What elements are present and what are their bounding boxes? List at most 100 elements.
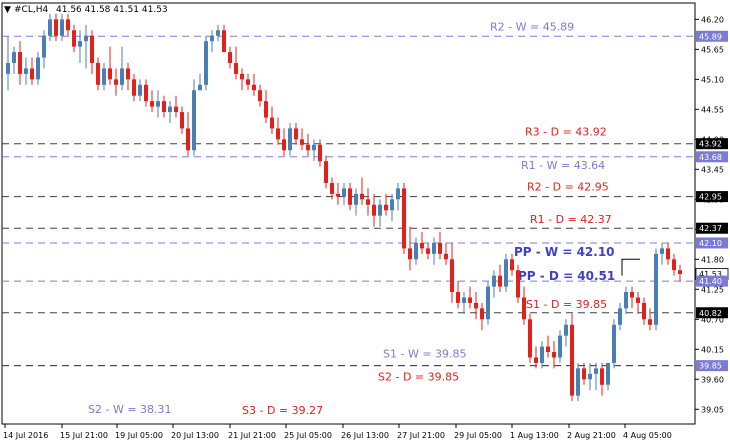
candle-body: [558, 335, 562, 358]
candle-body: [402, 188, 406, 249]
candle-body: [258, 90, 262, 102]
price-badge-label: 45.89: [699, 32, 722, 41]
candle-body: [282, 139, 286, 151]
candle-body: [318, 144, 322, 162]
x-tick-label: 19 Jul 05:00: [115, 431, 163, 440]
candle-body: [612, 324, 616, 363]
candle-body: [450, 259, 454, 293]
candle-body: [300, 139, 304, 145]
candle-body: [294, 128, 298, 140]
candle-body: [618, 308, 622, 325]
level-label: R1 - D = 42.37: [530, 213, 612, 226]
candle-body: [90, 35, 94, 63]
candle-body: [456, 292, 460, 303]
candle-body: [474, 302, 478, 309]
candle-body: [468, 297, 472, 303]
dropdown-triangle-icon[interactable]: ▼: [4, 5, 11, 15]
candle-body: [102, 68, 106, 85]
x-tick-label: 1 Aug 13:00: [510, 431, 559, 440]
level-label: R2 - D = 42.95: [527, 181, 609, 194]
candle-body: [264, 101, 268, 118]
candle-body: [204, 41, 208, 85]
y-tick-label: 45.10: [701, 75, 724, 84]
candle-body: [492, 275, 496, 287]
level-label: S2 - D = 39.85: [378, 371, 459, 384]
price-badge-label: 42.10: [699, 239, 722, 248]
candle-body: [306, 144, 310, 151]
candle-body: [48, 19, 52, 36]
candle-body: [168, 106, 172, 113]
candle-body: [24, 68, 28, 74]
candle-body: [78, 41, 82, 47]
price-badge-label: 39.85: [699, 362, 722, 371]
candle-body: [462, 297, 466, 303]
candle-body: [150, 101, 154, 107]
candle-body: [30, 68, 34, 80]
candle-body: [36, 57, 40, 80]
level-label: R1 - W = 43.64: [521, 159, 605, 172]
candle-body: [582, 368, 586, 380]
candle-body: [126, 68, 130, 80]
candle-body: [84, 35, 88, 42]
candle-body: [390, 199, 394, 211]
candle-body: [60, 19, 64, 36]
level-label: S3 - D = 39.27: [242, 404, 323, 417]
candle-body: [192, 90, 196, 151]
price-badge-label: 43.68: [699, 153, 722, 162]
level-label: S1 - W = 39.85: [383, 348, 467, 361]
x-tick-label: 2 Aug 21:00: [567, 431, 616, 440]
candle-body: [414, 242, 418, 260]
x-tick-label: 15 Jul 21:00: [60, 431, 108, 440]
y-tick-label: 43.45: [701, 165, 724, 174]
candle-body: [570, 324, 574, 396]
chart-header: ▼ #CL,H4 41.56 41.58 41.51 41.53: [4, 5, 168, 15]
candle-body: [186, 128, 190, 151]
candle-body: [444, 253, 448, 260]
candle-body: [594, 368, 598, 374]
level-label: PP - W = 42.10: [514, 245, 615, 259]
candle-body: [552, 352, 556, 358]
candle-body: [174, 106, 178, 113]
candle-body: [426, 248, 430, 254]
candle-body: [486, 286, 490, 320]
chart-window: R2 - W = 45.89 R3 - D = 43.92 R1 - W = 43.…: [0, 0, 730, 444]
candle-body: [576, 368, 580, 396]
candle-body: [228, 52, 232, 63]
candle-body: [654, 253, 658, 325]
candle-body: [336, 193, 340, 197]
candle-body: [18, 52, 22, 74]
candle-body: [252, 84, 256, 91]
candle-body: [288, 128, 292, 151]
candle-body: [534, 357, 538, 363]
level-label: R2 - W = 45.89: [490, 20, 574, 33]
price-badge-label: 41.40: [699, 277, 722, 286]
candle-body: [630, 292, 634, 298]
symbol-label: #CL,H4: [14, 5, 48, 15]
candle-body: [564, 324, 568, 336]
y-tick-label: 41.25: [701, 285, 724, 294]
candle-body: [396, 188, 400, 200]
x-tick-label: 27 Jul 21:00: [397, 431, 445, 440]
candle-body: [432, 242, 436, 254]
candle-body: [516, 270, 520, 298]
candle-body: [108, 68, 112, 80]
y-tick-label: 41.80: [701, 255, 724, 264]
candle-body: [270, 117, 274, 129]
candle-body: [600, 368, 604, 385]
price-badge-label: 43.92: [699, 140, 722, 149]
candle-body: [42, 35, 46, 58]
price-badge-label: 42.95: [699, 193, 722, 202]
candle-body: [324, 161, 328, 183]
candle-body: [408, 248, 412, 260]
candle-body: [366, 199, 370, 205]
candle-body: [216, 30, 220, 36]
candle-body: [648, 319, 652, 325]
candle-body: [246, 79, 250, 85]
x-tick-label: 14 Jul 2016: [3, 431, 48, 440]
candle-body: [234, 62, 238, 74]
candle-body: [420, 242, 424, 249]
candle-body: [72, 30, 76, 47]
candle-body: [678, 270, 682, 275]
candle-body: [672, 259, 676, 271]
candle-body: [666, 248, 670, 260]
